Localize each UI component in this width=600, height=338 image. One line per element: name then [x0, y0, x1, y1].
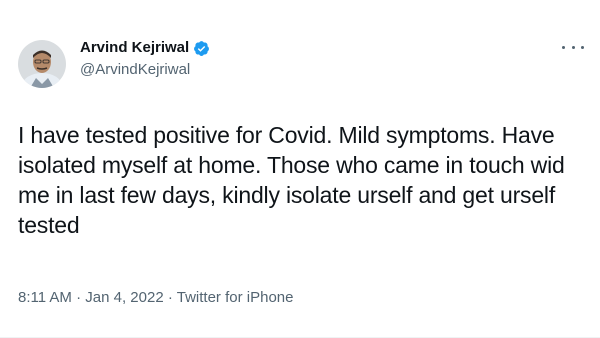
author-name-row[interactable]: Arvind Kejriwal	[80, 38, 210, 58]
avatar[interactable]	[18, 40, 66, 88]
meta-separator: ·	[167, 289, 173, 306]
tweet-meta: 8:11 AM · Jan 4, 2022 · Twitter for iPho…	[18, 288, 293, 308]
more-dot	[562, 45, 565, 49]
meta-separator: ·	[76, 289, 82, 306]
tweet-text: I have tested positive for Covid. Mild s…	[18, 122, 565, 238]
author-handle[interactable]: @ArvindKejriwal	[80, 60, 190, 80]
tweet-time[interactable]: 8:11 AM	[18, 289, 72, 306]
tweet-source[interactable]: Twitter for iPhone	[177, 289, 294, 306]
more-dot	[581, 45, 584, 49]
more-dot	[571, 45, 575, 49]
author-name[interactable]: Arvind Kejriwal	[80, 38, 189, 58]
verified-badge-icon	[193, 40, 210, 57]
tweet-card: Arvind Kejriwal @ArvindKejriwal I have t…	[0, 0, 600, 338]
more-options-icon[interactable]	[562, 40, 584, 54]
tweet-date[interactable]: Jan 4, 2022	[85, 289, 163, 306]
